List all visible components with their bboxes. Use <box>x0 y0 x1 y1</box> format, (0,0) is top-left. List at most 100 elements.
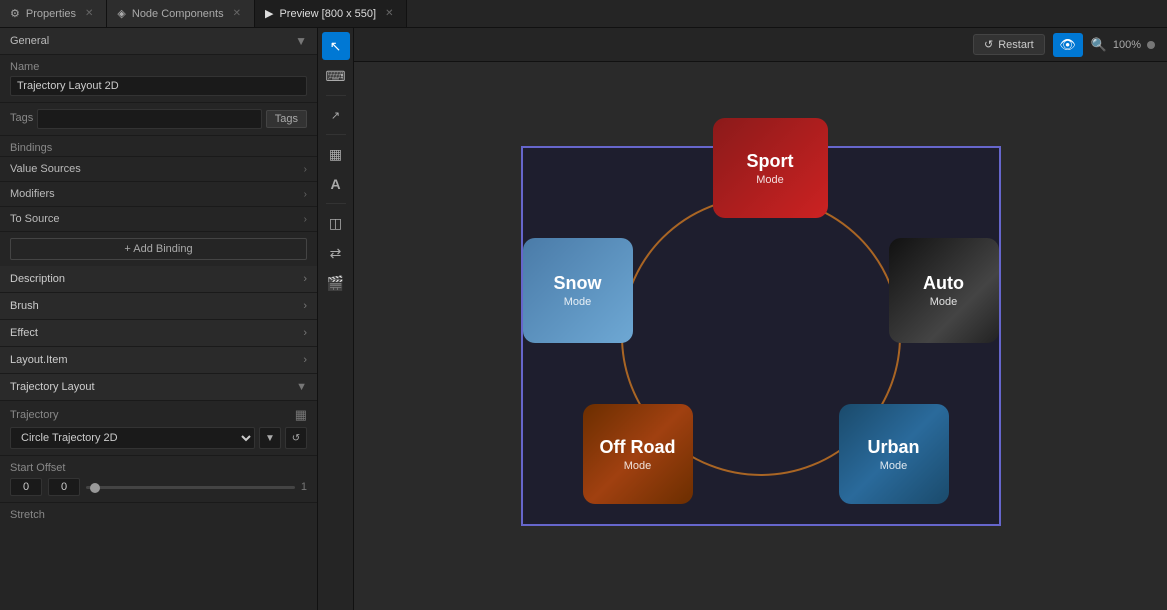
properties-icon: ⚙ <box>10 7 20 20</box>
restart-icon: ↺ <box>984 38 993 51</box>
collapsible-description[interactable]: Description › <box>0 266 317 293</box>
trajectory-dropdown-btn[interactable]: ▼ <box>259 427 281 449</box>
vertical-toolbar: ↖ ⌨ ↗ ▦ A ◫ ⇄ 🎬 <box>318 28 354 610</box>
tool-text[interactable]: A <box>322 170 350 198</box>
tags-label: Tags <box>10 112 33 124</box>
preview-area: ↺ Restart 👁 🔍 100% <box>354 28 1167 610</box>
modifiers-chevron: › <box>304 189 307 200</box>
tool-keyboard[interactable]: ⌨ <box>322 62 350 90</box>
description-chevron: › <box>303 273 307 285</box>
toolbar-separator-1 <box>326 95 346 96</box>
tags-button[interactable]: Tags <box>266 110 307 128</box>
brush-label: Brush <box>10 300 39 312</box>
restart-button[interactable]: ↺ Restart <box>973 34 1045 55</box>
auto-title: Auto <box>923 273 964 294</box>
tab-preview-close[interactable]: ✕ <box>382 7 396 20</box>
sport-title: Sport <box>747 151 794 172</box>
modifiers-label: Modifiers <box>10 188 55 200</box>
start-offset-section: Start Offset 1 <box>0 456 317 503</box>
zoom-area: 🔍 100% <box>1091 37 1155 53</box>
layout-item-label: Layout.Item <box>10 354 67 366</box>
trajectory-label-text: Trajectory <box>10 409 59 421</box>
collapsible-brush[interactable]: Brush › <box>0 293 317 320</box>
binding-to-source[interactable]: To Source › <box>0 207 317 232</box>
tab-bar: ⚙ Properties ✕ ◈ Node Components ✕ ▶ Pre… <box>0 0 1167 28</box>
description-label: Description <box>10 273 65 285</box>
trajectory-reset-btn[interactable]: ↺ <box>285 427 307 449</box>
tab-node-components-close[interactable]: ✕ <box>230 7 244 20</box>
tab-properties[interactable]: ⚙ Properties ✕ <box>0 0 107 27</box>
restart-label: Restart <box>998 39 1033 51</box>
preview-toolbar: ↺ Restart 👁 🔍 100% <box>354 28 1167 62</box>
bindings-label: Bindings <box>0 136 317 157</box>
add-binding-button[interactable]: + Add Binding <box>10 238 307 260</box>
to-source-chevron: › <box>304 214 307 225</box>
tool-cursor[interactable]: ↗ <box>322 101 350 129</box>
tool-layers[interactable]: ◫ <box>322 209 350 237</box>
tool-grid[interactable]: ▦ <box>322 140 350 168</box>
effect-label: Effect <box>10 327 38 339</box>
trajectory-layout-label: Trajectory Layout <box>10 381 95 393</box>
tool-select[interactable]: ↖ <box>322 32 350 60</box>
auto-subtitle: Mode <box>930 296 958 308</box>
toolbar-separator-3 <box>326 203 346 204</box>
tab-preview[interactable]: ▶ Preview [800 x 550] ✕ <box>255 0 407 27</box>
trajectory-icon: ▦ <box>295 407 307 423</box>
value-sources-label: Value Sources <box>10 163 81 175</box>
value-sources-chevron: › <box>304 164 307 175</box>
trajectory-select[interactable]: Circle Trajectory 2D <box>10 427 255 449</box>
trajectory-section: Trajectory ▦ Circle Trajectory 2D ▼ ↺ <box>0 401 317 456</box>
tool-share[interactable]: ⇄ <box>322 239 350 267</box>
offset-input-2[interactable] <box>48 478 80 496</box>
offroad-title: Off Road <box>600 437 676 458</box>
node-components-icon: ◈ <box>117 7 125 20</box>
stretch-label: Stretch <box>0 503 317 523</box>
tab-preview-label: Preview [800 x 550] <box>279 8 376 20</box>
eye-button[interactable]: 👁 <box>1053 33 1083 57</box>
collapsible-trajectory-layout[interactable]: Trajectory Layout ▼ <box>0 374 317 401</box>
trajectory-layout-chevron: ▼ <box>296 381 307 393</box>
main-layout: General ▼ Name Tags Tags Bindings Value … <box>0 28 1167 610</box>
card-sport[interactable]: Sport Mode <box>713 118 828 218</box>
offset-slider-track[interactable] <box>86 486 295 489</box>
offset-row: 1 <box>10 478 307 496</box>
general-section-header[interactable]: General ▼ <box>0 28 317 55</box>
offset-input-1[interactable] <box>10 478 42 496</box>
toolbar-separator-2 <box>326 134 346 135</box>
preview-toolbar-right: ↺ Restart 👁 🔍 100% <box>973 33 1155 57</box>
name-input[interactable] <box>10 76 307 96</box>
preview-play-icon: ▶ <box>265 7 273 20</box>
card-offroad[interactable]: Off Road Mode <box>583 404 693 504</box>
offset-slider-container <box>86 486 295 489</box>
general-expand-icon: ▼ <box>295 34 307 48</box>
tags-input[interactable] <box>37 109 262 129</box>
card-snow[interactable]: Snow Mode <box>523 238 633 343</box>
tab-node-components[interactable]: ◈ Node Components ✕ <box>107 0 255 27</box>
canvas-area: ↖ ⌨ ↗ ▦ A ◫ ⇄ 🎬 ↺ Restart <box>318 28 1167 610</box>
urban-subtitle: Mode <box>880 460 908 472</box>
binding-value-sources[interactable]: Value Sources › <box>0 157 317 182</box>
card-urban[interactable]: Urban Mode <box>839 404 949 504</box>
urban-title: Urban <box>867 437 919 458</box>
effect-chevron: › <box>303 327 307 339</box>
snow-subtitle: Mode <box>564 296 592 308</box>
card-auto[interactable]: Auto Mode <box>889 238 999 343</box>
to-source-label: To Source <box>10 213 60 225</box>
offset-slider-thumb[interactable] <box>90 483 100 493</box>
collapsible-effect[interactable]: Effect › <box>0 320 317 347</box>
tool-media[interactable]: 🎬 <box>322 269 350 297</box>
layout-item-chevron: › <box>303 354 307 366</box>
sport-subtitle: Mode <box>756 174 784 186</box>
preview-frame: Sport Mode Snow Mode Auto Mode <box>521 146 1001 526</box>
binding-modifiers[interactable]: Modifiers › <box>0 182 317 207</box>
left-panel: General ▼ Name Tags Tags Bindings Value … <box>0 28 318 610</box>
snow-title: Snow <box>554 273 602 294</box>
tab-properties-close[interactable]: ✕ <box>82 7 96 20</box>
general-label: General <box>10 35 49 47</box>
tab-node-components-label: Node Components <box>132 8 224 20</box>
brush-chevron: › <box>303 300 307 312</box>
zoom-dot <box>1147 41 1155 49</box>
collapsible-layout-item[interactable]: Layout.Item › <box>0 347 317 374</box>
tags-row: Tags Tags <box>0 103 317 136</box>
name-label: Name <box>10 61 307 73</box>
